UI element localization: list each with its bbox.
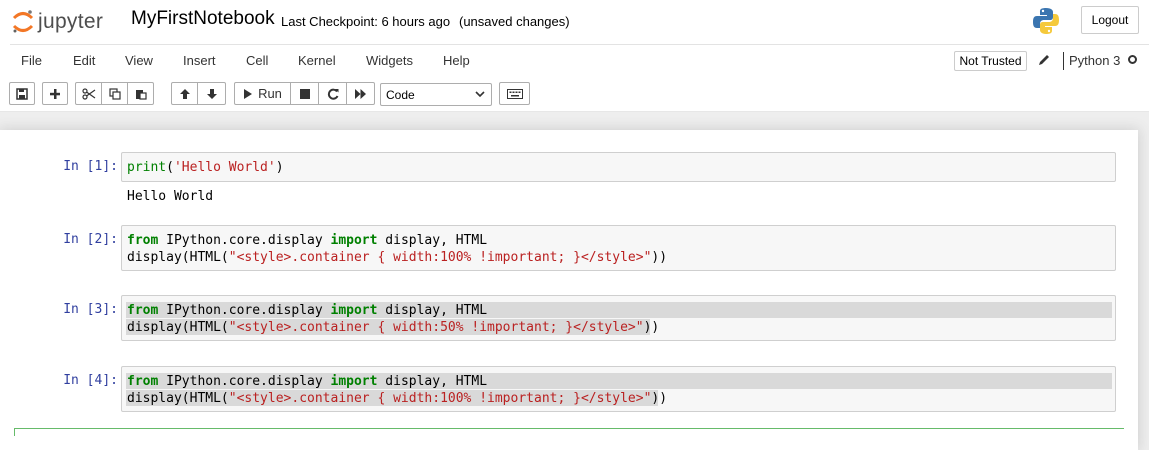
run-button[interactable]: Run [234, 82, 291, 105]
cell-1-prompt: In [1]: [63, 159, 118, 174]
menu-file[interactable]: File [21, 53, 42, 68]
code-text: )) [643, 320, 660, 335]
code-keyword: import [330, 374, 378, 389]
logout-button[interactable]: Logout [1081, 6, 1139, 34]
not-trusted-button[interactable]: Not Trusted [954, 51, 1027, 71]
run-label: Run [258, 86, 282, 101]
code-text: )) [651, 391, 668, 406]
paste-button[interactable] [127, 82, 154, 105]
cell-2-code-line: from IPython.core.display import display… [127, 233, 487, 248]
cell-3-code-line: display(HTML("<style>.container { width:… [127, 320, 659, 335]
code-keyword: import [330, 303, 378, 318]
code-keyword: from [127, 303, 159, 318]
cell-4-code-line: from IPython.core.display import display… [127, 374, 487, 389]
play-icon [244, 88, 253, 99]
cell-2-code-line: display(HTML("<style>.container { width:… [127, 250, 667, 265]
code-string: 'Hello World' [173, 160, 276, 175]
cell-4-code-line: display(HTML("<style>.container { width:… [127, 391, 667, 406]
cell-2-prompt: In [2]: [63, 232, 118, 247]
cell-3-prompt: In [3]: [63, 302, 118, 317]
cell-2-input[interactable]: from IPython.core.display import display… [121, 225, 1116, 271]
save-button[interactable] [9, 82, 35, 105]
cell-4-input[interactable]: from IPython.core.display import display… [121, 366, 1116, 412]
copy-button[interactable] [101, 82, 128, 105]
code-text: display(HTML( [127, 250, 229, 265]
code-keyword: from [127, 233, 159, 248]
keyboard-icon [506, 88, 523, 99]
code-text: )) [651, 250, 668, 265]
code-text: IPython.core.display [158, 303, 331, 318]
command-palette-button[interactable] [499, 82, 530, 105]
save-icon [16, 87, 28, 100]
move-down-button[interactable] [197, 82, 226, 105]
notebook-name[interactable]: MyFirstNotebook [131, 8, 275, 30]
code-string: "<style>.container { width:100% !importa… [228, 391, 652, 406]
autosave-status: (unsaved changes) [459, 14, 570, 29]
code-text: display(HTML( [127, 320, 229, 335]
plus-icon [50, 88, 60, 99]
jupyter-orbit-icon [12, 10, 34, 33]
restart-run-all-button[interactable] [346, 82, 375, 105]
menu-kernel[interactable]: Kernel [298, 53, 336, 68]
cut-button[interactable] [75, 82, 102, 105]
stop-icon [299, 88, 310, 99]
logo-text: jupyter [38, 10, 104, 33]
restart-button[interactable] [318, 82, 347, 105]
kernel-name: Python 3 [1069, 53, 1121, 68]
menu-insert[interactable]: Insert [183, 53, 216, 68]
cell-1-output: Hello World [127, 189, 214, 204]
code-text: display, HTML [377, 374, 488, 389]
python-logo-icon [1033, 8, 1059, 34]
cell-1-code-line: print('Hello World') [127, 160, 284, 175]
restart-icon [327, 88, 338, 100]
code-text: IPython.core.display [158, 374, 331, 389]
code-text: ) [275, 160, 284, 175]
chevron-down-icon [475, 91, 485, 98]
cell-3-input[interactable]: from IPython.core.display import display… [121, 295, 1116, 341]
code-text: ( [166, 160, 174, 175]
cell-type-value: Code [386, 87, 415, 102]
cell-1-input[interactable]: print('Hello World') [121, 152, 1116, 182]
code-text: display, HTML [377, 303, 488, 318]
scissors-icon [81, 87, 95, 100]
code-text: display(HTML( [127, 391, 229, 406]
checkpoint-status: Last Checkpoint: 6 hours ago [281, 14, 451, 29]
pencil-icon[interactable] [1037, 53, 1051, 67]
menu-help[interactable]: Help [443, 53, 470, 68]
jupyter-logo[interactable]: jupyter [12, 8, 103, 36]
code-string: "<style>.container { width:50% !importan… [228, 320, 644, 335]
copy-icon [108, 87, 121, 100]
header: jupyter MyFirstNotebook Last Checkpoint:… [0, 0, 1149, 112]
code-text: IPython.core.display [158, 233, 331, 248]
cell-3-code-line: from IPython.core.display import display… [127, 303, 487, 318]
move-up-button[interactable] [171, 82, 198, 105]
code-string: "<style>.container { width:100% !importa… [228, 250, 652, 265]
insert-cell-button[interactable] [42, 82, 68, 105]
code-keyword: from [127, 374, 159, 389]
menubar-divider [10, 44, 1149, 45]
code-builtin: print [127, 160, 167, 175]
menu-view[interactable]: View [125, 53, 153, 68]
interrupt-button[interactable] [290, 82, 319, 105]
paste-icon [135, 89, 147, 100]
fast-forward-icon [355, 88, 366, 99]
menu-cell[interactable]: Cell [246, 53, 268, 68]
top-bar: jupyter MyFirstNotebook Last Checkpoint:… [0, 0, 1149, 44]
cell-4-prompt: In [4]: [63, 373, 118, 388]
code-text: display, HTML [377, 233, 488, 248]
arrow-up-icon [179, 88, 190, 99]
code-keyword: import [330, 233, 378, 248]
menu-widgets[interactable]: Widgets [366, 53, 413, 68]
arrow-down-icon [206, 88, 217, 99]
kernel-idle-icon [1128, 55, 1137, 64]
cell-type-select[interactable]: Code [380, 83, 492, 106]
kernel-separator [1063, 52, 1064, 70]
menu-edit[interactable]: Edit [73, 53, 95, 68]
